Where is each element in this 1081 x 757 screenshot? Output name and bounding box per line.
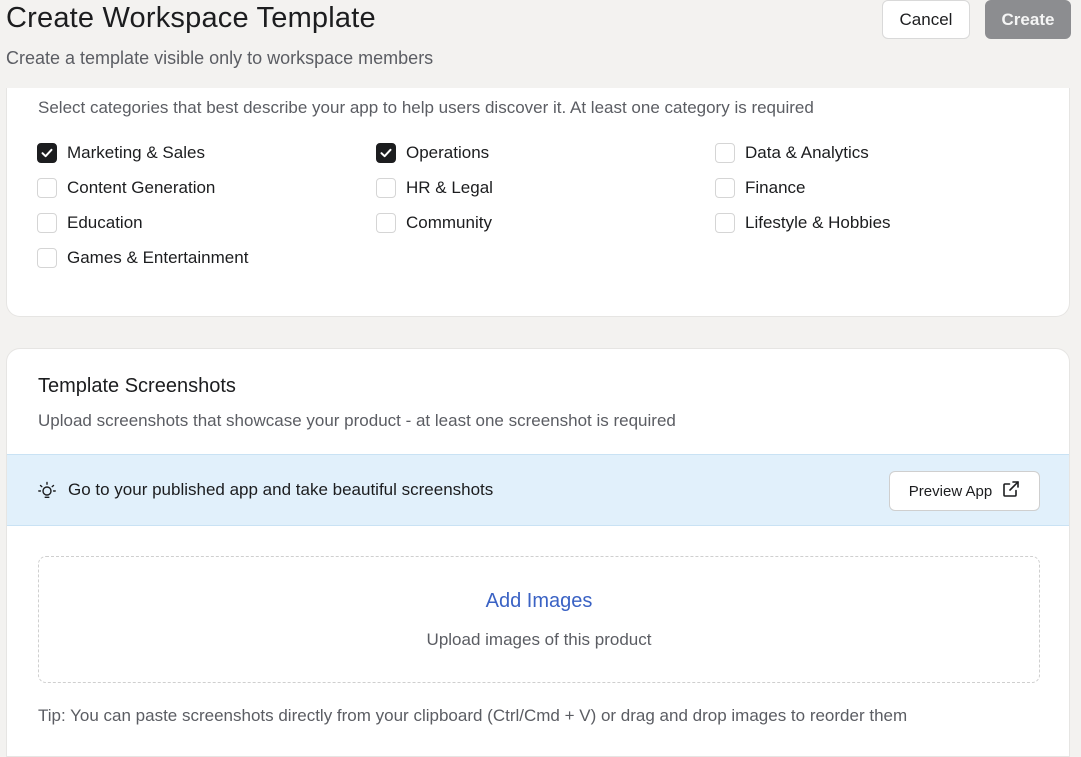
category-content-generation[interactable]: Content Generation <box>37 177 215 199</box>
category-label: Content Generation <box>67 178 216 197</box>
category-label: HR & Legal <box>406 178 493 197</box>
category-checkbox[interactable] <box>376 213 396 233</box>
lightbulb-icon <box>38 481 56 506</box>
category-label: Marketing & Sales <box>67 143 205 162</box>
category-lifestyle-hobbies[interactable]: Lifestyle & Hobbies <box>715 212 891 234</box>
category-label: Data & Analytics <box>745 143 869 162</box>
category-data-analytics[interactable]: Data & Analytics <box>715 142 869 164</box>
info-banner: Go to your published app and take beauti… <box>7 454 1069 526</box>
category-checkbox[interactable] <box>376 143 396 163</box>
category-checkbox[interactable] <box>715 213 735 233</box>
category-checkbox[interactable] <box>715 178 735 198</box>
page-header: Create Workspace Template Create a templ… <box>0 0 1081 94</box>
section-title: Template Screenshots <box>38 375 236 397</box>
category-label: Operations <box>406 143 490 162</box>
category-hr-legal[interactable]: HR & Legal <box>376 177 493 199</box>
cancel-button[interactable]: Cancel <box>882 0 970 39</box>
category-checkbox[interactable] <box>715 143 735 163</box>
category-label: Finance <box>745 178 806 197</box>
categories-card: Select categories that best describe you… <box>6 88 1070 317</box>
category-community[interactable]: Community <box>376 212 492 234</box>
category-checkbox[interactable] <box>37 178 57 198</box>
category-label: Games & Entertainment <box>67 248 249 267</box>
section-description: Upload screenshots that showcase your pr… <box>38 411 676 430</box>
category-operations[interactable]: Operations <box>376 142 489 164</box>
page-title: Create Workspace Template <box>6 2 376 34</box>
categories-description: Select categories that best describe you… <box>38 98 814 117</box>
category-checkbox[interactable] <box>37 143 57 163</box>
checkmark-icon <box>41 148 53 158</box>
category-label: Community <box>406 213 492 232</box>
tip-text: Tip: You can paste screenshots directly … <box>38 706 908 725</box>
category-checkbox[interactable] <box>37 213 57 233</box>
category-education[interactable]: Education <box>37 212 143 234</box>
screenshots-card: Template Screenshots Upload screenshots … <box>6 348 1070 757</box>
banner-text: Go to your published app and take beauti… <box>68 480 494 499</box>
category-checkbox[interactable] <box>37 248 57 268</box>
image-dropzone[interactable]: Add Images Upload images of this product <box>38 556 1040 683</box>
external-link-icon <box>1002 480 1020 502</box>
category-label: Lifestyle & Hobbies <box>745 213 891 232</box>
category-games-entertainment[interactable]: Games & Entertainment <box>37 247 248 269</box>
preview-app-label: Preview App <box>908 482 993 500</box>
create-button[interactable]: Create <box>985 0 1071 39</box>
category-marketing-sales[interactable]: Marketing & Sales <box>37 142 205 164</box>
category-label: Education <box>67 213 143 232</box>
category-checkbox[interactable] <box>376 178 396 198</box>
upload-hint: Upload images of this product <box>426 630 652 649</box>
page-subtitle: Create a template visible only to worksp… <box>6 48 434 68</box>
preview-app-button[interactable]: Preview App <box>889 471 1040 511</box>
checkmark-icon <box>380 148 392 158</box>
add-images-link[interactable]: Add Images <box>39 590 1039 613</box>
category-finance[interactable]: Finance <box>715 177 805 199</box>
